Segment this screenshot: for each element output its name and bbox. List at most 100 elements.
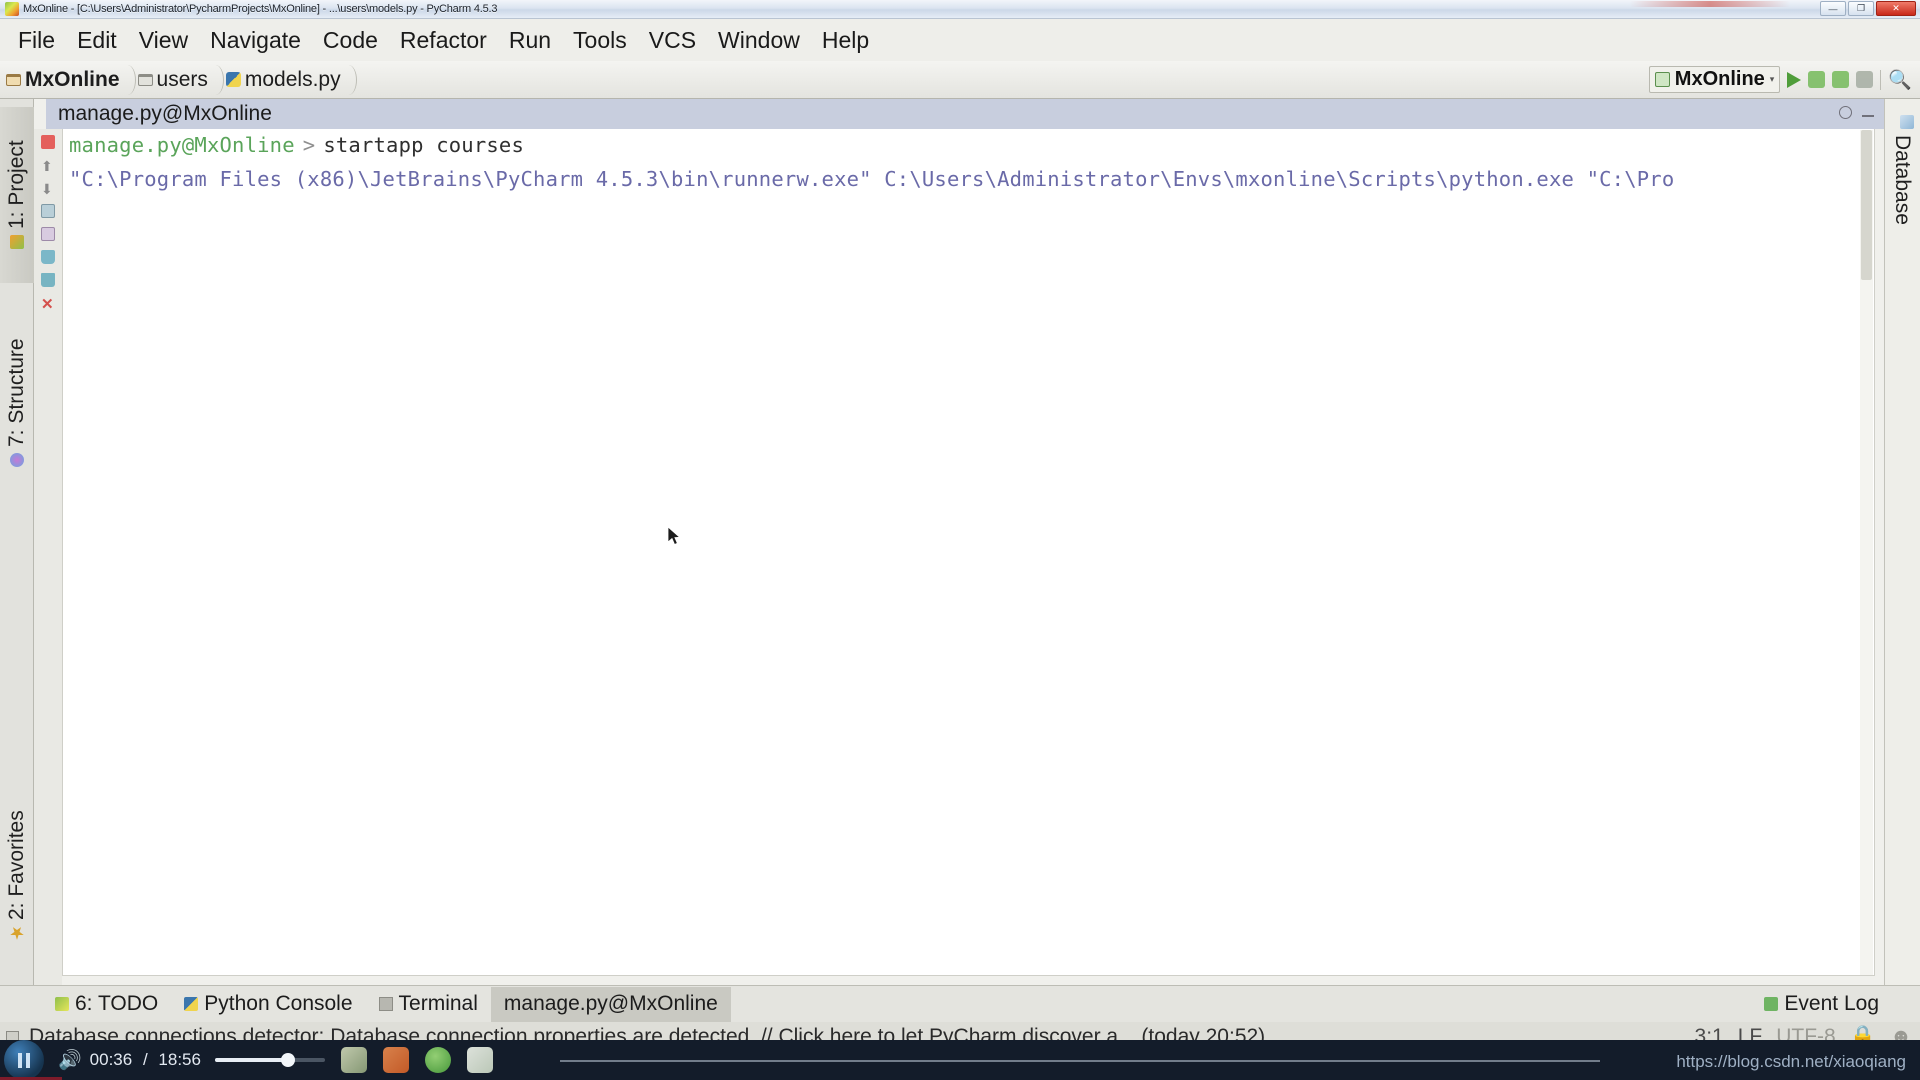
taskbar-icons — [340, 1047, 493, 1073]
sidebar-item-favorites[interactable]: 2: Favorites — [0, 771, 34, 979]
folder-icon — [6, 73, 21, 86]
minimize-button[interactable]: — — [1820, 1, 1846, 16]
breadcrumb-label: models.py — [244, 67, 341, 91]
menu-edit[interactable]: Edit — [67, 27, 127, 54]
bottom-tab-todo[interactable]: 6: TODO — [42, 987, 171, 1022]
bottom-tab-label: 6: TODO — [75, 992, 159, 1015]
run-tool-window-title: manage.py@MxOnline — [58, 102, 272, 125]
search-icon[interactable]: 🔍 — [1888, 68, 1912, 92]
time-separator: / — [142, 1050, 148, 1069]
sidebar-item-project[interactable]: 1: Project — [0, 107, 34, 283]
console-command-line: manage.py@MxOnline > startapp courses — [63, 133, 1874, 157]
window-title: MxOnline - [C:\Users\Administrator\Pycha… — [23, 3, 498, 15]
console-vertical-scrollbar[interactable] — [1860, 130, 1873, 975]
breadcrumb-mxonline[interactable]: MxOnline — [6, 68, 120, 92]
terminal-icon — [378, 997, 393, 1011]
sidebar-item-label: 7: Structure — [5, 338, 28, 447]
menu-refactor[interactable]: Refactor — [390, 27, 497, 54]
window-controls[interactable]: — ❐ ✕ — [1820, 1, 1916, 16]
menu-bar: File Edit View Navigate Code Refactor Ru… — [0, 19, 1920, 61]
run-tool-window-header: manage.py@MxOnline — [46, 99, 1884, 129]
breadcrumb-models-py[interactable]: models.py — [225, 67, 341, 92]
sidebar-item-structure[interactable]: 7: Structure — [0, 295, 34, 510]
structure-icon — [10, 452, 24, 467]
run-icon[interactable] — [1787, 71, 1802, 88]
console-command-text: startapp courses — [323, 133, 524, 157]
volume-slider[interactable] — [214, 1053, 325, 1067]
print-icon[interactable] — [41, 227, 55, 241]
stop-icon[interactable] — [41, 135, 55, 149]
volume-icon[interactable]: 🔊 — [58, 1048, 82, 1072]
star-icon — [10, 926, 24, 940]
bottom-tool-bar: 6: TODO Python Console Terminal manage.p… — [0, 985, 1920, 1022]
console-gutter-toolbar — [34, 129, 62, 985]
run-config-icon — [1654, 72, 1670, 87]
python-file-icon — [225, 72, 241, 87]
menu-navigate[interactable]: Navigate — [200, 27, 311, 54]
console-command-chevron: > — [302, 133, 316, 157]
close-icon[interactable] — [41, 296, 55, 310]
mouse-cursor — [668, 527, 681, 546]
toolbar-divider — [1880, 69, 1882, 90]
time-current: 00:36 — [89, 1050, 133, 1069]
maximize-button[interactable]: ❐ — [1848, 1, 1874, 16]
watermark: https://blog.csdn.net/xiaoqiang — [1676, 1052, 1906, 1071]
player-progress-track[interactable] — [560, 1060, 1600, 1062]
menu-tools[interactable]: Tools — [563, 27, 637, 54]
menu-code[interactable]: Code — [313, 27, 388, 54]
pycharm-icon — [5, 2, 19, 16]
hide-icon[interactable] — [1862, 108, 1874, 117]
breadcrumb-label: users — [156, 67, 208, 91]
sidebar-item-label: Database — [1891, 135, 1914, 225]
titlebar-highlight — [1630, 1, 1790, 7]
taskbar-app-icon[interactable] — [466, 1047, 493, 1073]
scrollbar-thumb[interactable] — [1861, 130, 1872, 280]
up-arrow-icon[interactable] — [41, 158, 55, 172]
taskbar-app-icon[interactable] — [382, 1047, 409, 1073]
bottom-tab-manage-py[interactable]: manage.py@MxOnline — [490, 986, 731, 1022]
bottom-tab-python-console[interactable]: Python Console — [171, 987, 365, 1022]
run-configuration-toolbar: MxOnline ▾ 🔍 — [1648, 66, 1912, 93]
time-total: 18:56 — [158, 1050, 201, 1069]
pause-icon[interactable] — [4, 1040, 44, 1080]
breadcrumb-users[interactable]: users — [137, 67, 208, 92]
menu-window[interactable]: Window — [708, 27, 810, 54]
profile-icon[interactable] — [1856, 71, 1874, 88]
menu-help[interactable]: Help — [812, 27, 879, 54]
console-output[interactable]: manage.py@MxOnline > startapp courses "C:\… — [62, 129, 1875, 976]
menu-file[interactable]: File — [8, 27, 65, 54]
menu-vcs[interactable]: VCS — [639, 27, 706, 54]
menu-view[interactable]: View — [129, 27, 198, 54]
sidebar-item-database[interactable]: Database — [1884, 105, 1920, 235]
volume-slider-fill — [214, 1058, 287, 1062]
run-configuration-selector[interactable]: MxOnline ▾ — [1648, 66, 1781, 93]
settings-icon[interactable] — [1839, 106, 1852, 119]
run-tool-window-header-icons — [1839, 106, 1874, 119]
bottom-tab-terminal[interactable]: Terminal — [366, 987, 491, 1022]
menu-run[interactable]: Run — [499, 27, 561, 54]
volume-slider-knob[interactable] — [280, 1053, 295, 1067]
sidebar-item-label: 2: Favorites — [5, 810, 28, 920]
pycharm-window: MxOnline - [C:\Users\Administrator\Pycha… — [0, 0, 1920, 1080]
chevron-down-icon: ▾ — [1769, 74, 1775, 84]
right-tool-strip: Database — [1884, 99, 1920, 985]
coverage-icon[interactable] — [1832, 71, 1850, 88]
bottom-tab-label: Terminal — [398, 992, 478, 1015]
taskbar-app-icon[interactable] — [340, 1047, 367, 1073]
debug-icon[interactable] — [1808, 71, 1826, 88]
scroll-to-end-icon[interactable] — [41, 250, 55, 264]
breadcrumb-label: MxOnline — [25, 67, 120, 91]
todo-icon — [55, 997, 69, 1011]
bottom-tab-event-log[interactable]: Event Log — [1751, 987, 1892, 1022]
down-arrow-icon[interactable] — [41, 181, 55, 195]
console-output-line: "C:\Program Files (x86)\JetBrains\PyChar… — [69, 167, 1675, 191]
bottom-tab-label: manage.py@MxOnline — [503, 992, 718, 1015]
close-button[interactable]: ✕ — [1876, 1, 1916, 16]
console-command-prefix: manage.py@MxOnline — [69, 133, 295, 157]
bottom-tab-label: Event Log — [1784, 992, 1879, 1015]
taskbar-app-icon[interactable] — [424, 1047, 451, 1073]
breadcrumb-separator — [122, 64, 136, 95]
clear-all-icon[interactable] — [41, 273, 55, 287]
soft-wrap-icon[interactable] — [41, 204, 55, 218]
folder-icon — [137, 73, 153, 86]
